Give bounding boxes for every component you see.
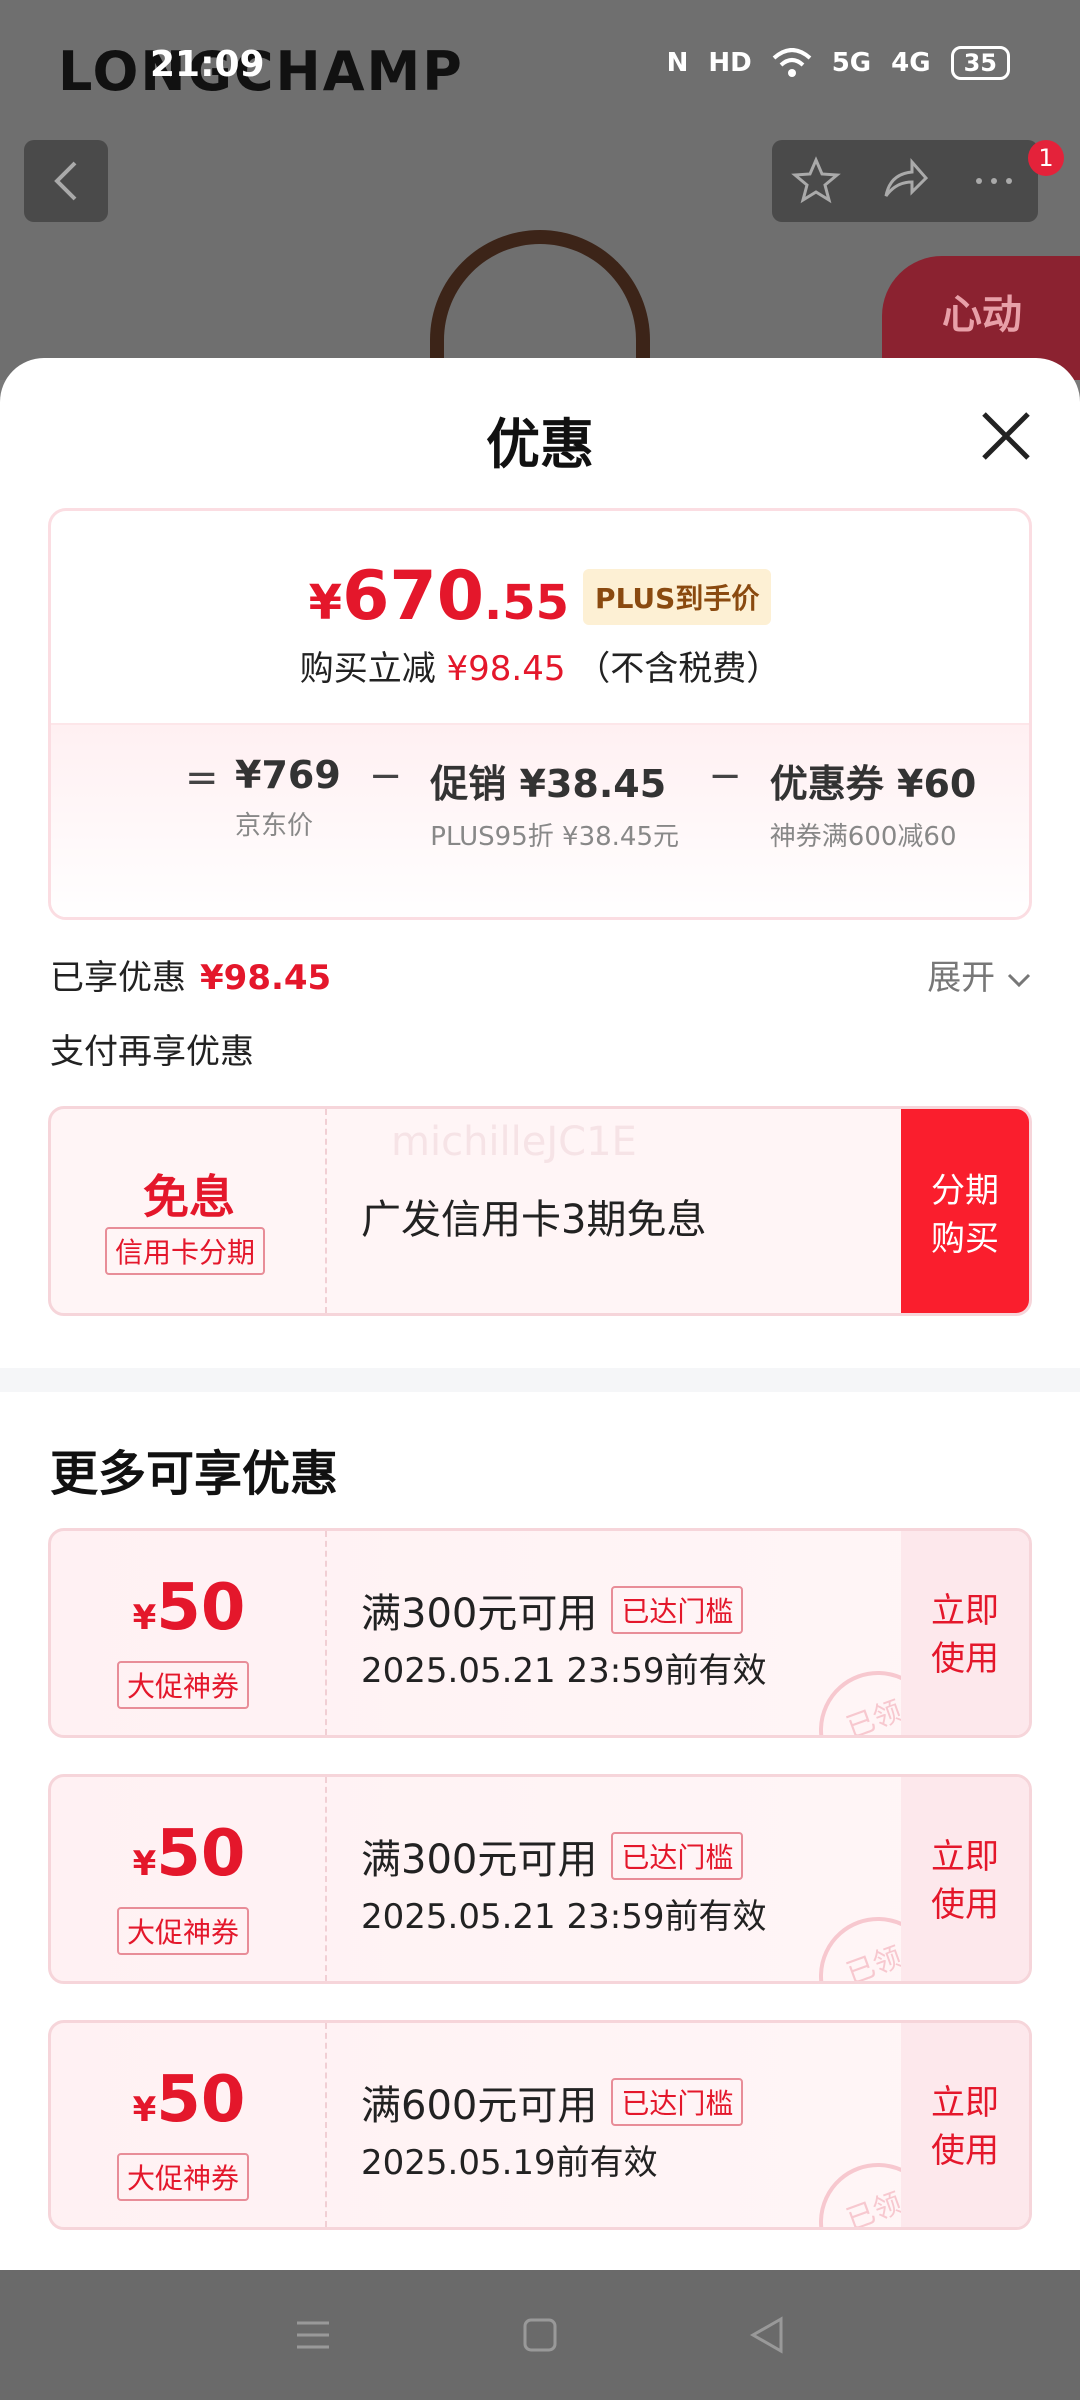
nfc-icon: N [666,48,689,78]
coupon-condition: 满600元可用 已达门槛 [361,2073,744,2131]
star-icon[interactable] [791,156,842,206]
threshold-met-badge: 已达门槛 [611,1832,744,1880]
signal-4g-icon: 4G [891,48,931,78]
chevron-left-icon [54,161,77,201]
breakdown-item: 优惠券 ¥60 神券满600减60 [769,762,977,852]
use-now-button[interactable]: 立即使用 [901,1777,1029,1981]
minus-sign: − [368,753,403,799]
coupon-tag: 大促神券 [117,1907,250,1955]
installment-title: 免息 [143,1170,235,1224]
status-icons: N HD 5G 4G 35 [667,46,1010,80]
battery-icon: 35 [950,46,1010,80]
installment-buy-button[interactable]: 分期购买 [901,1109,1029,1313]
system-nav-bar [0,2270,1080,2400]
enjoyed-discount: 已享优惠 ¥98.45 [50,958,332,998]
coupon-expiry: 2025.05.21 23:59前有效 [361,1897,767,1937]
chevron-down-icon [1007,973,1031,988]
coupon-expiry: 2025.05.19前有效 [361,2143,658,2183]
use-now-button[interactable]: 立即使用 [901,1531,1029,1735]
hd-icon: HD [708,48,752,78]
product-page-background: LONGCHAMP 21:09 N HD 5G 4G 35 1 心动 [0,0,1080,380]
equals-sign: = [185,755,219,801]
more-icon[interactable] [969,156,1019,206]
final-price: ¥ 670 .55 [308,557,570,636]
signal-5g-icon: 5G [831,48,872,78]
coupon-condition: 满300元可用 已达门槛 [361,1581,744,1639]
coupon-tag: 大促神券 [117,1661,250,1709]
plus-price-tag: PLUS到手价 [583,568,772,625]
back-button[interactable] [24,140,108,222]
coupon-expiry: 2025.05.21 23:59前有效 [361,1651,767,1691]
threshold-met-badge: 已达门槛 [611,1586,744,1634]
pay-more-label: 支付再享优惠 [50,1032,254,1072]
coupon-amount: ¥50 [132,1817,246,1891]
section-divider [0,1368,1080,1392]
installment-tag: 信用卡分期 [105,1227,266,1275]
expand-button[interactable]: 展开 [927,950,1032,999]
breakdown-item: ¥769 京东价 [235,753,341,841]
coupon-condition: 满300元可用 已达门槛 [361,1827,744,1885]
savings-line: 购买立减 ¥98.45 （不含税费） [299,649,781,689]
discount-sheet: 优惠 ¥ 670 .55 PLUS到手价 购买立减 ¥98.45 （不含税费） … [0,358,1080,2270]
coupon-tag: 大促神券 [117,2153,250,2201]
use-now-button[interactable]: 立即使用 [901,2023,1029,2227]
coupon-amount: ¥50 [132,1571,246,1645]
price-breakdown: = ¥769 京东价 − 促销 ¥38.45 PLUS95折 ¥38.45元 −… [185,753,1018,856]
back-icon[interactable] [747,2315,787,2355]
breakdown-item: 促销 ¥38.45 PLUS95折 ¥38.45元 [430,762,680,852]
close-icon[interactable] [978,408,1034,464]
minus-sign: − [708,753,742,799]
menu-icon[interactable] [293,2315,333,2355]
sheet-title: 优惠 [486,413,594,476]
coupon-card: ¥50 大促神券 满300元可用 已达门槛 2025.05.21 23:59前有效… [48,1528,1032,1738]
coupon-card: ¥50 大促神券 满300元可用 已达门槛 2025.05.21 23:59前有效… [48,1774,1032,1984]
coupon-card: ¥50 大促神券 满600元可用 已达门槛 2025.05.19前有效 已领 立即… [48,2020,1032,2230]
threshold-met-badge: 已达门槛 [611,2078,744,2126]
installment-card: 免息 信用卡分期 michilleJC1E 广发信用卡3期免息 分期购买 [48,1106,1032,1316]
wifi-icon [772,48,812,77]
action-bar [772,140,1038,222]
price-summary-card: ¥ 670 .55 PLUS到手价 购买立减 ¥98.45 （不含税费） = ¥… [48,508,1032,920]
coupon-amount: ¥50 [132,2063,246,2137]
share-icon[interactable] [880,156,930,206]
home-icon[interactable] [520,2315,560,2355]
watermark: michilleJC1E [391,1119,637,1165]
more-offers-title: 更多可享优惠 [50,1446,339,1502]
installment-text: 广发信用卡3期免息 [361,1197,707,1243]
notification-badge: 1 [1028,140,1064,176]
status-time: 21:09 [150,44,265,85]
